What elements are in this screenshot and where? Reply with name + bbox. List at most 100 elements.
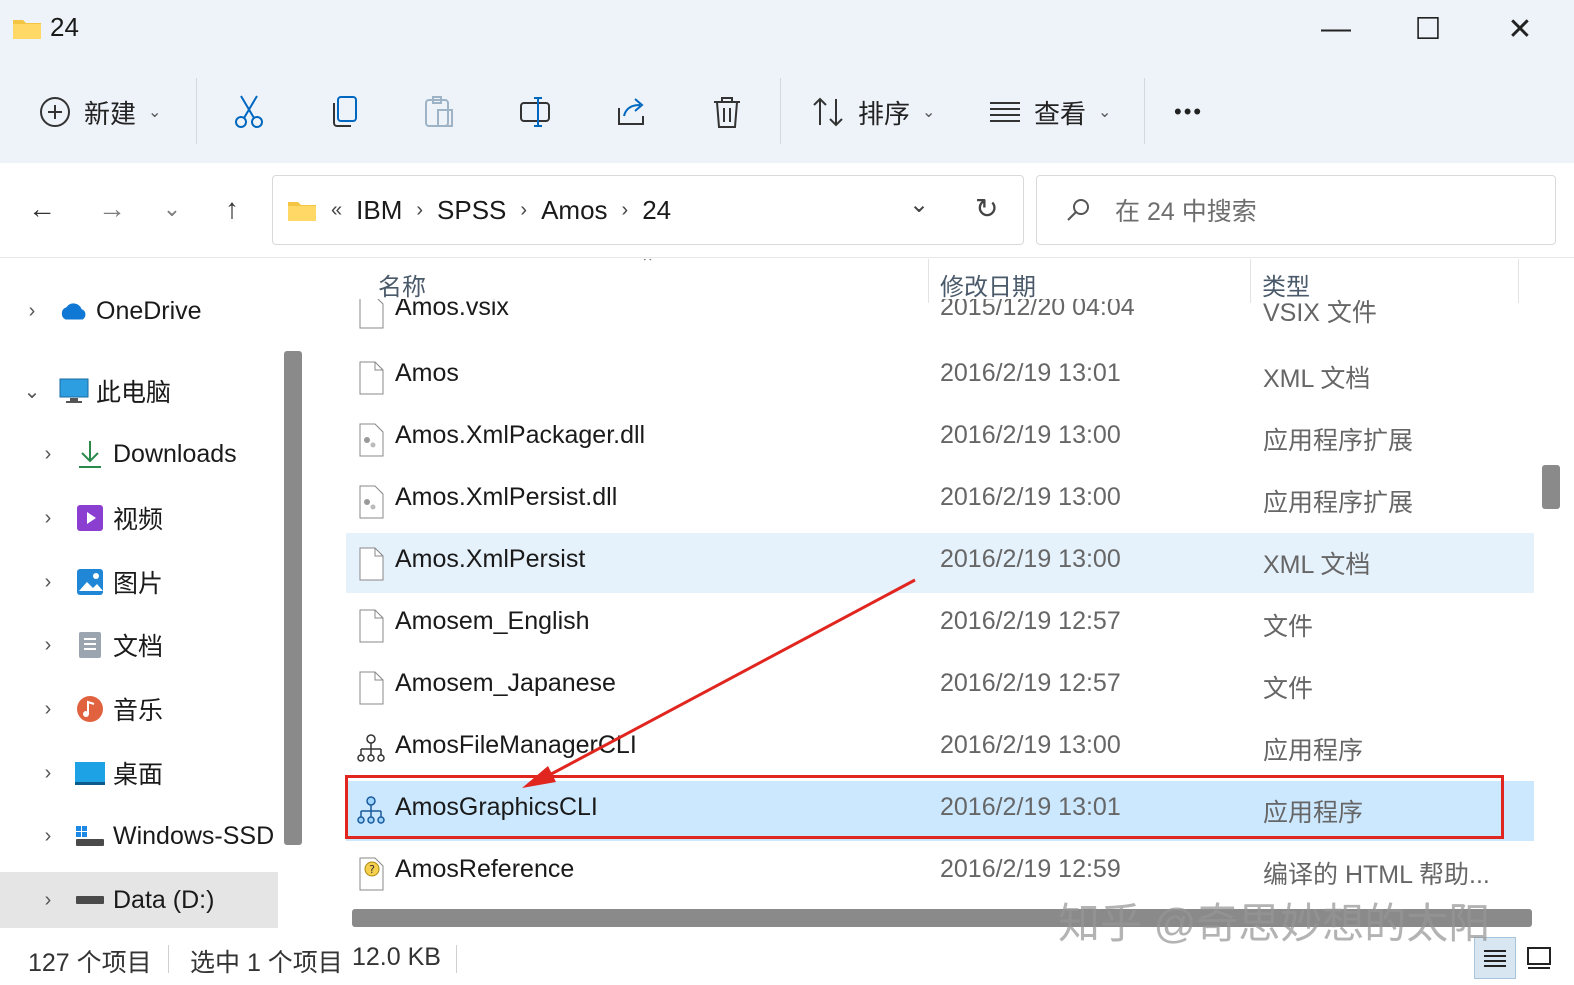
new-button[interactable]: 新建 ⌄: [38, 70, 161, 154]
address-bar[interactable]: « IBM › SPSS › Amos › 24 ⌄ ↻: [272, 175, 1024, 245]
file-row[interactable]: Amos.XmlPersist.dll 2016/2/19 13:00 应用程序…: [346, 471, 1534, 531]
sidebar-item-label: 桌面: [113, 761, 164, 789]
file-name: Amos.XmlPersist: [395, 545, 586, 573]
sidebar-item-label: 此电脑: [96, 379, 172, 407]
chevron-right-icon[interactable]: ›: [520, 199, 527, 222]
share-button[interactable]: [614, 70, 650, 154]
file-type: 应用程序: [1263, 737, 1364, 765]
column-header-type[interactable]: 类型: [1262, 267, 1310, 302]
search-box[interactable]: 在 24 中搜索: [1036, 175, 1556, 245]
chevron-right-icon[interactable]: ›: [38, 571, 58, 594]
file-date: 2016/2/19 12:57: [940, 607, 1121, 635]
file-row[interactable]: Amosem_English 2016/2/19 12:57 文件: [346, 595, 1534, 655]
sidebar-item-music[interactable]: › 音乐: [0, 681, 278, 737]
more-options-button[interactable]: •••: [1174, 70, 1203, 154]
sidebar-item-label: 视频: [113, 506, 164, 534]
back-button[interactable]: ←: [20, 187, 64, 231]
address-history-button[interactable]: ⌄: [909, 190, 929, 219]
chevron-right-icon[interactable]: ›: [22, 300, 42, 323]
chevron-down-icon[interactable]: ⌄: [22, 379, 42, 404]
sort-button[interactable]: 排序 ⌄: [810, 70, 935, 154]
delete-button[interactable]: [710, 70, 744, 154]
crumb-amos[interactable]: Amos: [541, 195, 607, 226]
crumb-spss[interactable]: SPSS: [437, 195, 506, 226]
chevron-down-icon: ⌄: [162, 196, 182, 221]
file-date: 2016/2/19 13:00: [940, 545, 1121, 573]
overflow-icon[interactable]: «: [331, 199, 342, 222]
sidebar-item-windows-ssd[interactable]: › Windows-SSD: [0, 808, 278, 864]
copy-button[interactable]: [328, 70, 362, 154]
chevron-right-icon[interactable]: ›: [38, 634, 58, 657]
more-icon: •••: [1174, 99, 1204, 124]
sidebar-item-data-drive[interactable]: › Data (D:): [0, 872, 278, 928]
dll-icon: [359, 485, 384, 519]
minimize-icon: —: [1321, 12, 1351, 45]
column-divider[interactable]: [928, 259, 929, 303]
file-row[interactable]: Amos.XmlPackager.dll 2016/2/19 13:00 应用程…: [346, 409, 1534, 469]
file-name: Amos.vsix: [395, 299, 509, 321]
paste-button[interactable]: [422, 70, 456, 154]
sidebar-item-pictures[interactable]: › 图片: [0, 554, 278, 610]
refresh-button[interactable]: ↻: [975, 192, 998, 225]
chevron-right-icon[interactable]: ›: [38, 698, 58, 721]
sidebar-item-label: Downloads: [113, 439, 237, 468]
file-row[interactable]: Amosem_Japanese 2016/2/19 12:57 文件: [346, 657, 1534, 717]
chevron-down-icon: ⌄: [148, 104, 162, 121]
status-divider: [456, 945, 457, 973]
maximize-button[interactable]: ☐: [1382, 0, 1474, 58]
file-name: Amosem_English: [395, 607, 590, 635]
forward-button[interactable]: →: [90, 187, 134, 231]
column-divider[interactable]: [1518, 259, 1519, 303]
chevron-right-icon[interactable]: ›: [38, 507, 58, 530]
sidebar-item-label: Windows-SSD: [113, 821, 275, 850]
column-header-date[interactable]: 修改日期: [940, 267, 1036, 302]
file-name: AmosFileManagerCLI: [395, 731, 637, 759]
copy-icon: [333, 96, 357, 127]
sidebar-item-desktop[interactable]: › 桌面: [0, 745, 278, 801]
sidebar-item-documents[interactable]: › 文档: [0, 617, 278, 673]
column-divider[interactable]: [1250, 259, 1251, 303]
file-icon: [359, 299, 384, 329]
arrow-left-icon: ←: [28, 193, 56, 224]
column-header-name[interactable]: 名称: [378, 267, 426, 302]
rename-button[interactable]: [518, 70, 554, 154]
computer-icon: [58, 375, 90, 407]
file-date: 2015/12/20 04:04: [940, 299, 1135, 321]
chevron-right-icon[interactable]: ›: [622, 199, 629, 222]
new-label: 新建: [84, 98, 137, 129]
file-name: AmosReference: [395, 855, 575, 883]
file-date: 2016/2/19 13:01: [940, 359, 1121, 387]
chevron-right-icon[interactable]: ›: [38, 825, 58, 848]
file-type: 应用程序扩展: [1263, 489, 1414, 517]
recent-locations-button[interactable]: ⌄: [150, 187, 194, 231]
sidebar-item-videos[interactable]: › 视频: [0, 490, 278, 546]
tiles-view-button[interactable]: [1518, 937, 1560, 979]
navigation-bar: ← → ⌄ ↑ « IBM › SPSS › Amos › 24 ⌄ ↻ 在 2…: [0, 163, 1574, 258]
up-button[interactable]: ↑: [210, 187, 254, 231]
sidebar-scrollbar[interactable]: [284, 351, 302, 845]
sidebar-item-onedrive[interactable]: › OneDrive: [0, 283, 278, 339]
drive-icon: [74, 884, 106, 916]
view-button[interactable]: 查看 ⌄: [988, 70, 1111, 154]
file-list-vertical-scrollbar[interactable]: [1542, 465, 1560, 509]
crumb-ibm[interactable]: IBM: [356, 195, 402, 226]
refresh-icon: ↻: [975, 193, 999, 224]
file-row[interactable]: Amos.XmlPersist 2016/2/19 13:00 XML 文档: [346, 533, 1534, 593]
chevron-right-icon[interactable]: ›: [38, 443, 58, 466]
minimize-button[interactable]: —: [1290, 0, 1382, 58]
chevron-right-icon[interactable]: ›: [38, 889, 58, 912]
file-row[interactable]: Amos 2016/2/19 13:01 XML 文档: [346, 347, 1534, 407]
chevron-right-icon[interactable]: ›: [416, 199, 423, 222]
sidebar-item-downloads[interactable]: › Downloads: [0, 426, 278, 482]
cut-button[interactable]: [232, 70, 266, 154]
chevron-right-icon[interactable]: ›: [38, 762, 58, 785]
close-button[interactable]: ✕: [1474, 0, 1566, 58]
selection-count: 选中 1 个项目: [190, 949, 343, 977]
sidebar-item-label: 文档: [113, 633, 164, 661]
cloud-icon: [58, 295, 90, 327]
sidebar-item-this-pc[interactable]: ⌄ 此电脑: [0, 363, 278, 419]
file-date: 2016/2/19 12:57: [940, 669, 1121, 697]
file-row[interactable]: AmosFileManagerCLI 2016/2/19 13:00 应用程序: [346, 719, 1534, 779]
crumb-24[interactable]: 24: [642, 195, 671, 226]
file-row[interactable]: Amos.vsix 2015/12/20 04:04 VSIX 文件: [346, 299, 1534, 329]
